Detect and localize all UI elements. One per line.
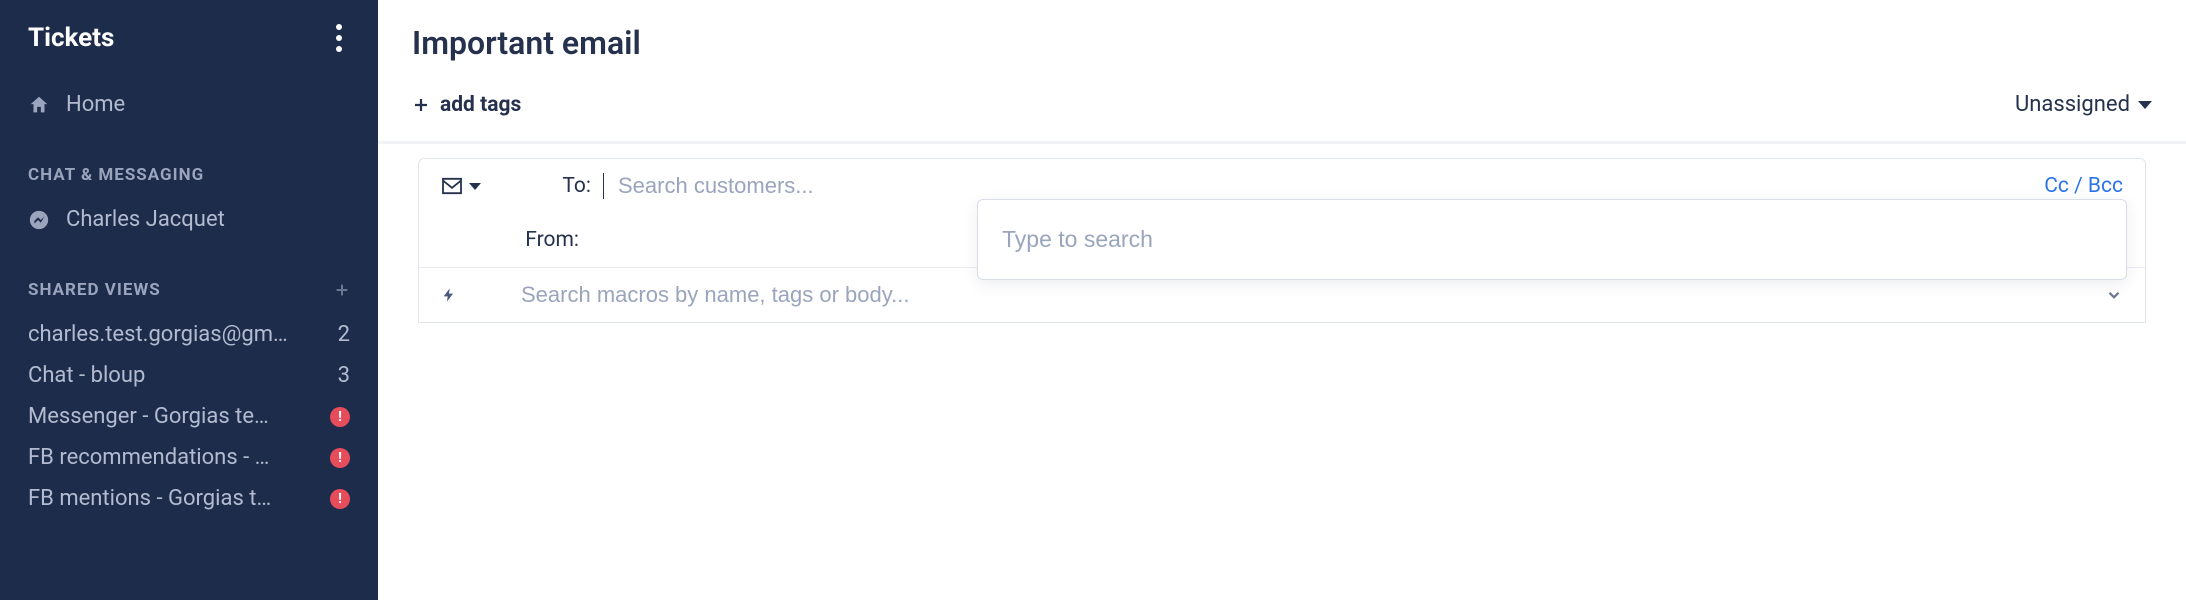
cc-bcc-toggle[interactable]: Cc / Bcc — [2044, 174, 2123, 198]
section-shared-header: SHARED VIEWS — [0, 280, 378, 300]
section-chat-label: CHAT & MESSAGING — [28, 165, 204, 185]
error-badge-icon: ! — [330, 489, 350, 509]
error-badge-icon: ! — [330, 407, 350, 427]
from-label: From: — [483, 228, 579, 252]
nav-home-label: Home — [66, 92, 125, 117]
home-icon — [28, 94, 50, 116]
shared-view-item[interactable]: Messenger - Gorgias te… ! — [0, 396, 378, 437]
macro-expand-chevron-icon[interactable] — [2105, 286, 2123, 304]
to-label: To: — [495, 174, 591, 198]
email-icon — [441, 177, 463, 195]
caret-down-icon — [469, 183, 481, 190]
shared-view-count: 2 — [330, 322, 350, 347]
macro-search-input[interactable] — [521, 282, 2091, 308]
more-menu-icon[interactable] — [328, 20, 350, 56]
macro-icon — [441, 284, 457, 306]
chat-item-charles[interactable]: Charles Jacquet — [0, 199, 378, 240]
assignee-dropdown[interactable]: Unassigned — [2015, 92, 2152, 117]
page-title: Important email — [412, 24, 2152, 62]
assignee-label: Unassigned — [2015, 92, 2130, 117]
channel-selector[interactable] — [441, 177, 481, 195]
shared-view-label: Chat - bloup — [28, 363, 320, 388]
plus-icon — [412, 96, 430, 114]
compose-panel: To: Cc / Bcc From: — [418, 158, 2146, 323]
section-chat-header: CHAT & MESSAGING — [0, 165, 378, 185]
page-header: Important email — [378, 0, 2186, 74]
add-tags-label: add tags — [440, 93, 521, 117]
sidebar-header: Tickets — [0, 20, 378, 84]
customer-search-dropdown — [977, 199, 2127, 280]
chat-item-label: Charles Jacquet — [66, 207, 225, 232]
shared-view-label: charles.test.gorgias@gm… — [28, 322, 320, 347]
sidebar: Tickets Home CHAT & MESSAGING Charles Ja… — [0, 0, 378, 600]
error-badge-icon: ! — [330, 448, 350, 468]
shared-view-item[interactable]: Chat - bloup 3 — [0, 355, 378, 396]
sidebar-title: Tickets — [28, 23, 114, 53]
messenger-icon — [28, 209, 50, 231]
shared-view-item[interactable]: FB mentions - Gorgias t… ! — [0, 478, 378, 519]
tag-row: add tags Unassigned — [378, 74, 2186, 144]
shared-view-label: Messenger - Gorgias te… — [28, 404, 320, 429]
to-input[interactable] — [618, 173, 2030, 199]
section-shared-label: SHARED VIEWS — [28, 280, 161, 300]
nav-home[interactable]: Home — [0, 84, 378, 125]
shared-view-item[interactable]: charles.test.gorgias@gm… 2 — [0, 314, 378, 355]
customer-search-input[interactable] — [978, 200, 2126, 279]
add-tags-button[interactable]: add tags — [412, 93, 521, 117]
caret-down-icon — [2138, 101, 2152, 109]
shared-view-label: FB recommendations - … — [28, 445, 320, 470]
text-cursor — [603, 173, 604, 199]
shared-view-item[interactable]: FB recommendations - … ! — [0, 437, 378, 478]
main: Important email add tags Unassigned To: — [378, 0, 2186, 600]
add-shared-view-icon[interactable] — [334, 282, 350, 298]
shared-view-label: FB mentions - Gorgias t… — [28, 486, 320, 511]
shared-view-count: 3 — [330, 363, 350, 388]
